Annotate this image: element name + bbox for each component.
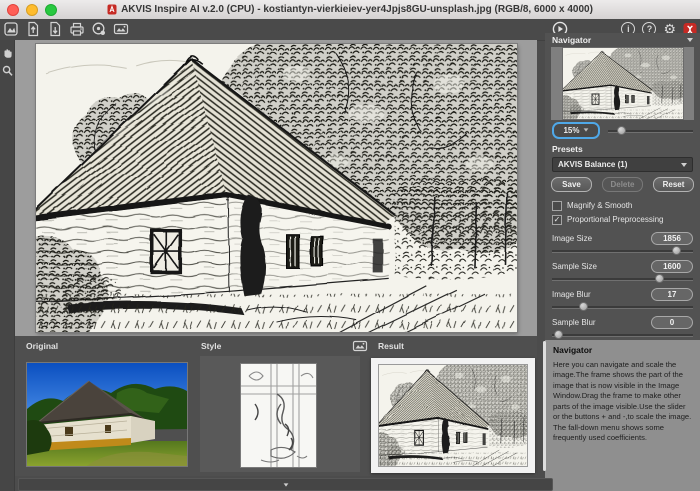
param-slider[interactable]	[552, 330, 693, 339]
chevron-down-icon	[681, 163, 687, 167]
hints-title: Navigator	[553, 345, 692, 355]
style-thumbnail[interactable]	[241, 364, 316, 467]
process-icon[interactable]	[91, 21, 107, 37]
navigator-preview[interactable]	[551, 47, 694, 120]
hints-text: Here you can navigate and scale the imag…	[553, 360, 692, 444]
param-value[interactable]: 1600	[651, 260, 693, 273]
zoom-slider-handle[interactable]	[617, 126, 626, 135]
checkbox-label: Magnify & Smooth	[567, 201, 632, 210]
app-icon	[107, 4, 117, 15]
option-row: Magnify & Smooth	[552, 200, 693, 211]
zoom-level-value: 15%	[563, 126, 579, 135]
window-title: AKVIS Inspire AI v.2.0 (CPU) - kostianty…	[121, 4, 593, 15]
gallery-icon[interactable]	[113, 21, 129, 37]
open-icon[interactable]	[25, 21, 41, 37]
style-label: Style	[201, 341, 221, 351]
option-row: ✓ Proportional Preprocessing	[552, 214, 693, 225]
param-slider-handle[interactable]	[655, 274, 664, 283]
settings-panel: Navigator 15% Presets AKVIS Balance (1) …	[545, 33, 700, 491]
image-window[interactable]	[15, 40, 537, 336]
checkbox[interactable]: ✓	[552, 215, 562, 225]
original-thumbnail[interactable]	[27, 363, 187, 466]
param-slider-handle[interactable]	[579, 302, 588, 311]
save-icon[interactable]	[47, 21, 63, 37]
result-thumbnail-frame[interactable]	[371, 358, 535, 473]
delete-preset-button[interactable]: Delete	[602, 177, 643, 192]
zoom-tool-icon[interactable]	[0, 63, 14, 79]
param-value[interactable]: 0	[651, 316, 693, 329]
workspace-icon[interactable]	[3, 21, 19, 37]
result-thumbnail	[379, 365, 527, 466]
hints-panel: Navigator Here you can navigate and scal…	[545, 340, 700, 491]
param-value[interactable]: 1856	[651, 232, 693, 245]
zoom-slider[interactable]	[608, 126, 693, 135]
param-sample-size: Sample Size 1600	[552, 259, 693, 283]
param-slider[interactable]	[552, 274, 693, 283]
result-label: Result	[378, 341, 404, 351]
param-label: Sample Size	[552, 262, 597, 271]
style-cell	[200, 356, 360, 472]
param-slider[interactable]	[552, 302, 693, 311]
presets-title: Presets	[545, 140, 700, 156]
panel-scrollbar[interactable]	[543, 341, 546, 471]
akvis-inspire-window: AKVIS Inspire AI v.2.0 (CPU) - kostianty…	[0, 0, 700, 491]
choose-style-image-button[interactable]	[352, 338, 368, 353]
save-preset-button[interactable]: Save	[551, 177, 592, 192]
checkbox[interactable]	[552, 201, 562, 211]
collapse-navigator-icon[interactable]	[687, 38, 693, 42]
traffic-lights	[7, 4, 57, 16]
tool-sidebar	[0, 40, 15, 491]
param-slider[interactable]	[552, 246, 693, 255]
minimize-window-button[interactable]	[26, 4, 38, 16]
collapse-arrow-icon	[283, 483, 288, 486]
preset-selected-value: AKVIS Balance (1)	[558, 160, 627, 169]
param-label: Image Size	[552, 234, 592, 243]
param-label: Image Blur	[552, 290, 591, 299]
checkbox-label: Proportional Preprocessing	[567, 215, 664, 224]
zoom-level-dropdown[interactable]: 15%	[552, 122, 600, 139]
param-slider-handle[interactable]	[672, 246, 681, 255]
preset-select[interactable]: AKVIS Balance (1)	[552, 157, 693, 172]
param-sample-blur: Sample Blur 0	[552, 315, 693, 339]
print-icon[interactable]	[69, 21, 85, 37]
param-value[interactable]: 17	[651, 288, 693, 301]
close-window-button[interactable]	[7, 4, 19, 16]
navigator-title: Navigator	[552, 35, 591, 45]
titlebar: AKVIS Inspire AI v.2.0 (CPU) - kostianty…	[0, 0, 700, 20]
param-label: Sample Blur	[552, 318, 596, 327]
navigator-thumbnail	[563, 48, 683, 119]
chevron-down-icon	[583, 128, 588, 131]
filmstrip-panel: Original Style Result	[15, 336, 537, 476]
param-image-blur: Image Blur 17	[552, 287, 693, 311]
filmstrip-collapse-bar[interactable]	[18, 478, 553, 491]
navigator-header[interactable]: Navigator	[545, 33, 700, 46]
original-label: Original	[26, 341, 58, 351]
result-image	[36, 44, 517, 332]
fullscreen-window-button[interactable]	[45, 4, 57, 16]
reset-preset-button[interactable]: Reset	[653, 177, 694, 192]
param-image-size: Image Size 1856	[552, 231, 693, 255]
hand-tool-icon[interactable]	[0, 45, 14, 61]
param-slider-handle[interactable]	[554, 330, 563, 339]
